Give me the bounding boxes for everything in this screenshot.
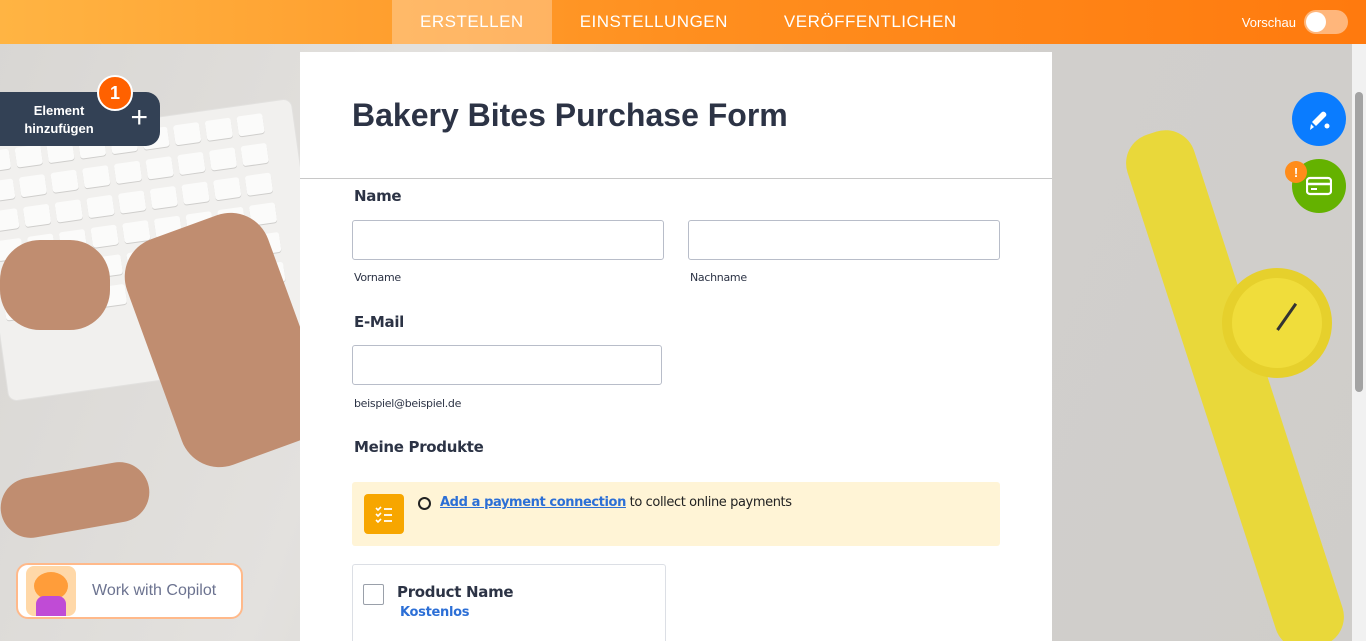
name-label: Name xyxy=(354,187,402,205)
preview-toggle[interactable] xyxy=(1304,10,1348,34)
plus-icon: + xyxy=(130,101,148,134)
payment-notice-text: Add a payment connection to collect onli… xyxy=(440,495,792,510)
checklist-icon[interactable] xyxy=(364,494,404,534)
paint-roller-icon xyxy=(1310,111,1330,130)
radio-icon xyxy=(418,497,431,510)
warning-icon: ! xyxy=(1285,161,1307,183)
form-header[interactable]: Bakery Bites Purchase Form xyxy=(300,52,1052,179)
copilot-label: Work with Copilot xyxy=(92,582,217,599)
products-label: Meine Produkte xyxy=(354,438,484,456)
builder-tabs: ERSTELLEN EINSTELLUNGEN VERÖFFENTLICHEN xyxy=(392,0,985,44)
form-card: Bakery Bites Purchase Form Name Vorname … xyxy=(300,52,1052,641)
add-payment-connection-link[interactable]: Add a payment connection xyxy=(440,495,626,510)
last-name-sublabel: Nachname xyxy=(690,271,747,284)
tab-veroeffentlichen[interactable]: VERÖFFENTLICHEN xyxy=(756,0,985,44)
top-navigation-bar: ERSTELLEN EINSTELLUNGEN VERÖFFENTLICHEN … xyxy=(0,0,1366,44)
last-name-input[interactable] xyxy=(688,220,1000,260)
tab-einstellungen[interactable]: EINSTELLUNGEN xyxy=(552,0,756,44)
product-price: Kostenlos xyxy=(400,605,470,620)
form-designer-button[interactable] xyxy=(1292,92,1346,146)
copilot-avatar-icon xyxy=(26,566,76,616)
email-input[interactable] xyxy=(352,345,662,385)
scrollbar-thumb[interactable] xyxy=(1355,92,1363,392)
page-scrollbar[interactable] xyxy=(1352,44,1366,641)
copilot-button[interactable]: Work with Copilot xyxy=(16,563,243,619)
onboarding-step-badge[interactable]: 1 xyxy=(97,75,133,111)
preview-control: Vorschau xyxy=(1242,10,1348,34)
add-element-button[interactable]: Element hinzufügen + xyxy=(0,92,160,146)
payment-notice: Add a payment connection to collect onli… xyxy=(352,482,1000,546)
email-label: E-Mail xyxy=(354,313,405,331)
first-name-input[interactable] xyxy=(352,220,664,260)
product-item[interactable]: Product Name Kostenlos xyxy=(352,564,666,641)
email-sublabel: beispiel@beispiel.de xyxy=(354,397,462,410)
tab-erstellen[interactable]: ERSTELLEN xyxy=(392,0,552,44)
product-checkbox[interactable] xyxy=(363,584,384,605)
preview-label: Vorschau xyxy=(1241,14,1296,30)
credit-card-icon xyxy=(1306,176,1332,196)
product-name: Product Name xyxy=(397,583,514,601)
form-title[interactable]: Bakery Bites Purchase Form xyxy=(352,97,788,134)
first-name-sublabel: Vorname xyxy=(354,271,401,284)
add-element-label: Element hinzufügen xyxy=(24,103,94,136)
